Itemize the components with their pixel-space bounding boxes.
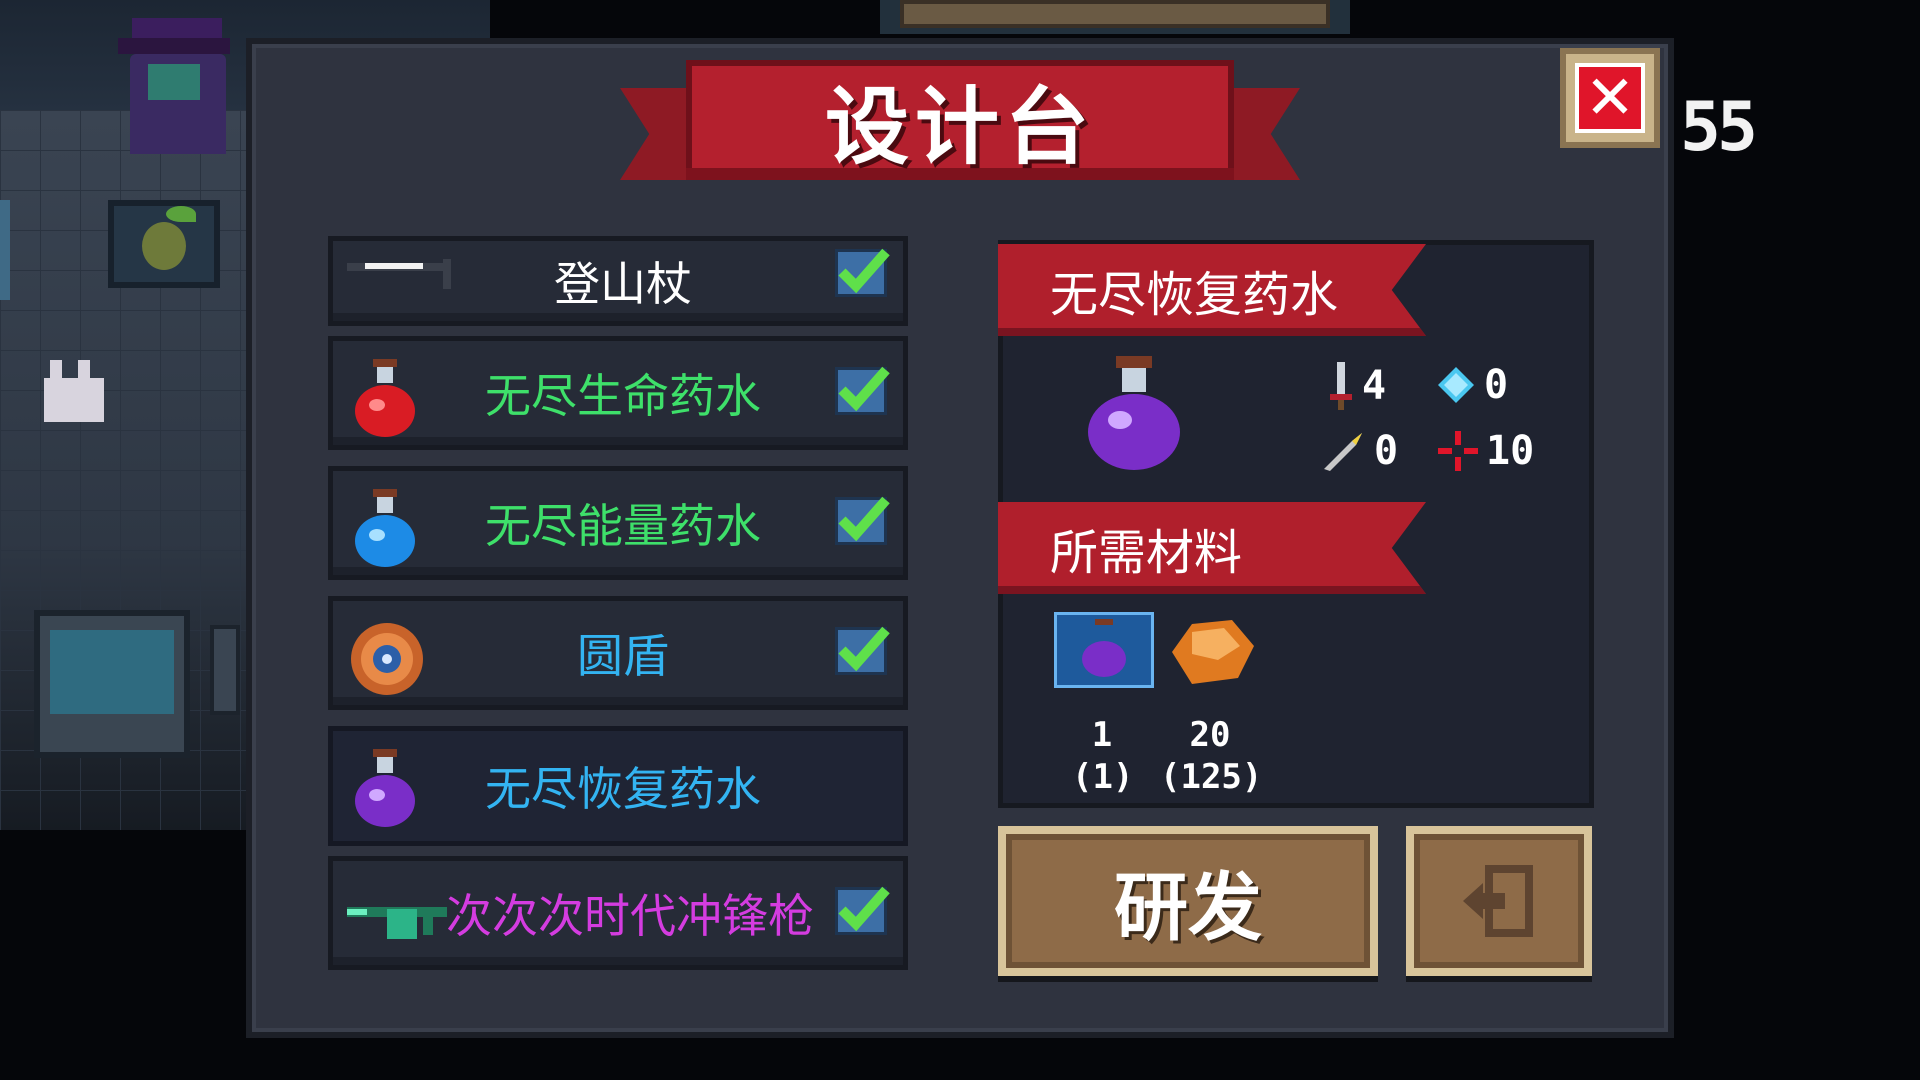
- item-label: 无尽生命药水: [485, 369, 761, 423]
- bunny-pet-icon: [34, 360, 110, 426]
- unlocked-checkmark-icon: [835, 626, 890, 675]
- list-item-infinite-hp-potion[interactable]: 无尽生命药水: [328, 336, 908, 450]
- material-count: 20 (125): [1160, 715, 1263, 797]
- item-name-tag: 无尽恢复药水: [998, 244, 1426, 336]
- crit-blade-icon: [1324, 433, 1362, 471]
- close-button[interactable]: ✕: [1560, 48, 1660, 148]
- unlocked-checkmark-icon: [835, 496, 890, 545]
- machine-part: [210, 625, 240, 715]
- exit-button[interactable]: [1406, 826, 1592, 976]
- dialog-title: 设计台: [824, 77, 1095, 176]
- list-item-walking-stick[interactable]: 登山杖: [328, 236, 908, 326]
- mana-cost-stat: 0: [1436, 362, 1508, 408]
- develop-button[interactable]: 研发: [998, 826, 1378, 976]
- plant-pot-icon: [108, 200, 220, 288]
- unlocked-checkmark-icon: [835, 248, 890, 297]
- item-label: 登山杖: [554, 257, 692, 311]
- materials-tag: 所需材料: [998, 502, 1426, 594]
- blue-potion-icon: [347, 489, 423, 567]
- hud-counter: 55: [1680, 88, 1758, 167]
- crit-value: 0: [1374, 428, 1399, 474]
- exit-icon: [1463, 865, 1533, 937]
- walking-stick-icon: [347, 249, 451, 325]
- list-item-infinite-energy-potion[interactable]: 无尽能量药水: [328, 466, 908, 580]
- computer-terminal: [34, 610, 190, 758]
- blueprint-icon: [1054, 612, 1154, 688]
- item-label: 次次次时代冲锋枪: [446, 889, 814, 943]
- energy-crystal-icon: [1438, 367, 1474, 403]
- ore-icon: [1162, 612, 1258, 692]
- close-icon: ✕: [1575, 63, 1645, 133]
- sword-icon: [1330, 362, 1352, 410]
- list-item-round-shield[interactable]: 圆盾: [328, 596, 908, 710]
- dungeon-wall-top: [880, 0, 1350, 34]
- purple-potion-icon: [1082, 356, 1186, 476]
- crosshair-icon: [1438, 431, 1478, 471]
- material-count: 1 (1): [1072, 715, 1134, 797]
- crit-stat: 0: [1322, 428, 1398, 474]
- round-shield-icon: [347, 619, 423, 695]
- wizard-character: [118, 18, 230, 158]
- item-label: 无尽恢复药水: [485, 762, 761, 816]
- accuracy-stat: 10: [1438, 428, 1534, 474]
- item-label: 无尽能量药水: [485, 499, 761, 553]
- smg-icon: [347, 879, 447, 955]
- accuracy-value: 10: [1486, 428, 1535, 474]
- blueprint-list[interactable]: 登山杖 无尽生命药水 无尽能量药水 圆盾 无尽恢复药水 次次次时代冲锋枪: [324, 236, 918, 978]
- red-potion-icon: [347, 359, 423, 437]
- item-label: 圆盾: [577, 629, 669, 683]
- attack-value: 4: [1362, 363, 1387, 409]
- list-item-next-gen-smg[interactable]: 次次次时代冲锋枪: [328, 856, 908, 970]
- unlocked-checkmark-icon: [835, 366, 890, 415]
- title-ribbon: 设计台: [620, 60, 1300, 200]
- unlocked-checkmark-icon: [835, 886, 890, 935]
- wall-pipe: [0, 200, 10, 300]
- list-item-infinite-restore-potion[interactable]: 无尽恢复药水: [328, 726, 908, 846]
- mana-cost-value: 0: [1484, 362, 1509, 408]
- attack-stat: 4: [1328, 362, 1386, 410]
- purple-potion-icon: [347, 749, 423, 827]
